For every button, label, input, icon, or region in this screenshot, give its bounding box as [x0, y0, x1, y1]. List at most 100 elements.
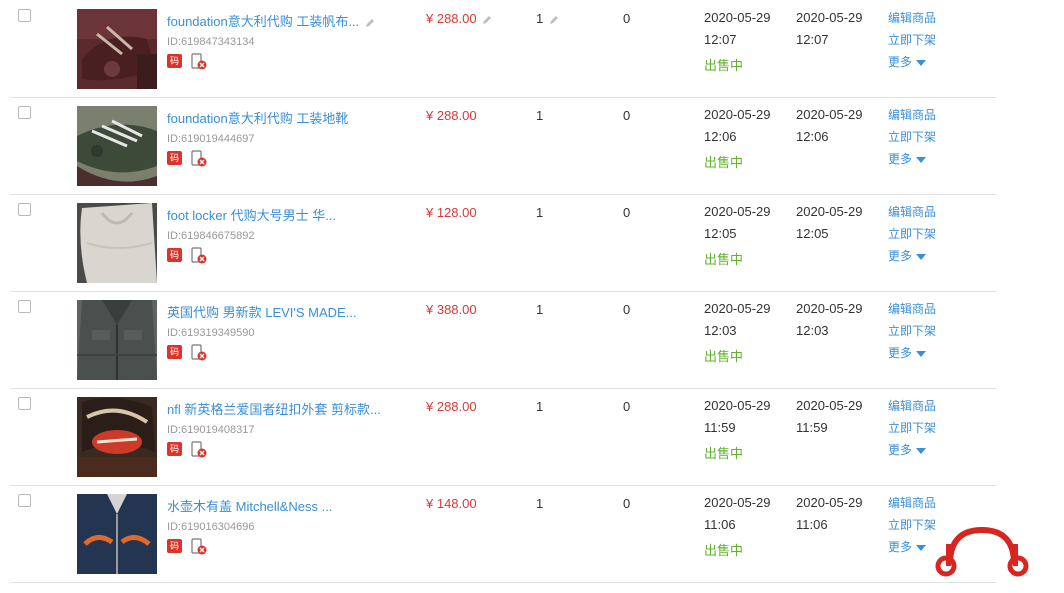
more-dropdown[interactable]: 更多 [888, 439, 936, 461]
pencil-icon[interactable] [365, 18, 375, 28]
table-row: nfl 新英格兰爱国者纽扣外套 剪标款... ID:619019408317 码… [10, 388, 996, 486]
delist-link[interactable]: 立即下架 [888, 514, 936, 536]
row-checkbox[interactable] [18, 106, 31, 119]
row-actions: 编辑商品 立即下架 更多 [888, 104, 936, 170]
more-dropdown[interactable]: 更多 [888, 342, 936, 364]
edit-product-link[interactable]: 编辑商品 [888, 201, 936, 223]
product-thumbnail[interactable] [77, 494, 157, 574]
product-thumbnail[interactable] [77, 9, 157, 89]
product-title-link[interactable]: 英国代购 男新款 LEVI'S MADE... [167, 302, 357, 321]
edit-product-link[interactable]: 编辑商品 [888, 298, 936, 320]
code-badge[interactable]: 码 [167, 539, 182, 553]
product-title: 水壶木有盖 Mitchell&Ness ... [167, 499, 333, 514]
product-price: ¥ 288.00 [426, 108, 477, 123]
edit-product-link[interactable]: 编辑商品 [888, 104, 936, 126]
row-actions: 编辑商品 立即下架 更多 [888, 7, 936, 73]
more-dropdown[interactable]: 更多 [888, 51, 936, 73]
mobile-disabled-icon[interactable] [190, 538, 208, 555]
code-badge[interactable]: 码 [167, 442, 182, 456]
brown-shoe-photo [77, 9, 157, 89]
more-label: 更多 [888, 443, 913, 457]
status-badge: 出售中 [704, 543, 744, 558]
delist-link[interactable]: 立即下架 [888, 223, 936, 245]
code-badge[interactable]: 码 [167, 345, 182, 359]
product-id: ID:619019444697 [167, 133, 255, 145]
row-actions: 编辑商品 立即下架 更多 [888, 395, 936, 461]
pencil-icon[interactable] [482, 15, 492, 25]
created-date: 2020-05-29 [704, 10, 771, 25]
delist-link[interactable]: 立即下架 [888, 320, 936, 342]
delist-link[interactable]: 立即下架 [888, 29, 936, 51]
code-badge[interactable]: 码 [167, 248, 182, 262]
edit-product-link[interactable]: 编辑商品 [888, 395, 936, 417]
mobile-disabled-icon[interactable] [190, 344, 208, 361]
product-title-link[interactable]: foundation意大利代购 工装地靴 [167, 108, 348, 127]
row-actions: 编辑商品 立即下架 更多 [888, 298, 936, 364]
updated-date: 2020-05-29 [796, 398, 863, 413]
product-thumbnail[interactable] [77, 106, 157, 186]
mobile-disabled-icon[interactable] [190, 150, 208, 167]
table-row: foundation意大利代购 工装地靴 ID:619019444697 码 ¥… [10, 97, 996, 195]
code-badge[interactable]: 码 [167, 54, 182, 68]
row-checkbox[interactable] [18, 300, 31, 313]
pencil-icon[interactable] [549, 15, 559, 25]
product-id: ID:619847343134 [167, 36, 255, 48]
more-label: 更多 [888, 152, 913, 166]
product-title-link[interactable]: nfl 新英格兰爱国者纽扣外套 剪标款... [167, 399, 381, 418]
updated-clock: 12:06 [796, 129, 829, 144]
product-thumbnail[interactable] [77, 300, 157, 380]
created-clock: 12:07 [704, 32, 737, 47]
updated-time: 2020-05-29 12:06 [796, 104, 863, 148]
mobile-disabled-icon[interactable] [190, 247, 208, 264]
updated-time: 2020-05-29 12:07 [796, 7, 863, 51]
created-time: 2020-05-29 11:06 [704, 492, 771, 536]
product-quantity: 1 [536, 108, 544, 123]
more-dropdown[interactable]: 更多 [888, 536, 936, 558]
denim-jacket-photo [77, 300, 157, 380]
more-dropdown[interactable]: 更多 [888, 245, 936, 267]
updated-date: 2020-05-29 [796, 107, 863, 122]
headphone-logo-icon [935, 526, 1029, 577]
price-value: ¥ 288.00 [426, 11, 477, 26]
product-thumbnail[interactable] [77, 203, 157, 283]
delist-link[interactable]: 立即下架 [888, 126, 936, 148]
row-checkbox[interactable] [18, 397, 31, 410]
more-dropdown[interactable]: 更多 [888, 148, 936, 170]
edit-product-link[interactable]: 编辑商品 [888, 7, 936, 29]
created-clock: 12:05 [704, 226, 737, 241]
delist-link[interactable]: 立即下架 [888, 417, 936, 439]
more-label: 更多 [888, 346, 913, 360]
product-title: foundation意大利代购 工装地靴 [167, 111, 349, 126]
product-sales: 0 [623, 302, 631, 317]
row-checkbox[interactable] [18, 9, 31, 22]
product-title-link[interactable]: 水壶木有盖 Mitchell&Ness ... [167, 496, 332, 515]
updated-date: 2020-05-29 [796, 495, 863, 510]
product-id: ID:619016304696 [167, 521, 255, 533]
updated-date: 2020-05-29 [796, 301, 863, 316]
product-title-link[interactable]: foundation意大利代购 工装帆布... [167, 11, 375, 30]
product-id: ID:619319349590 [167, 327, 255, 339]
product-quantity: 1 [536, 399, 544, 414]
created-clock: 12:06 [704, 129, 737, 144]
caret-down-icon [916, 59, 927, 66]
product-sales: 0 [623, 108, 631, 123]
product-title-link[interactable]: foot locker 代购大号男士 华... [167, 205, 336, 224]
mobile-disabled-icon[interactable] [190, 441, 208, 458]
created-time: 2020-05-29 12:05 [704, 201, 771, 245]
created-date: 2020-05-29 [704, 107, 771, 122]
row-checkbox[interactable] [18, 203, 31, 216]
mobile-disabled-icon[interactable] [190, 53, 208, 70]
code-badge[interactable]: 码 [167, 151, 182, 165]
updated-date: 2020-05-29 [796, 10, 863, 25]
caret-down-icon [916, 156, 927, 163]
product-price: ¥ 148.00 [426, 496, 477, 511]
updated-date: 2020-05-29 [796, 204, 863, 219]
updated-clock: 11:06 [796, 517, 828, 532]
table-row: 水壶木有盖 Mitchell&Ness ... ID:619016304696 … [10, 485, 996, 583]
row-checkbox[interactable] [18, 494, 31, 507]
created-clock: 11:06 [704, 517, 736, 532]
created-date: 2020-05-29 [704, 204, 771, 219]
edit-product-link[interactable]: 编辑商品 [888, 492, 936, 514]
product-thumbnail[interactable] [77, 397, 157, 477]
product-list: foundation意大利代购 工装帆布... ID:619847343134 … [10, 0, 996, 593]
